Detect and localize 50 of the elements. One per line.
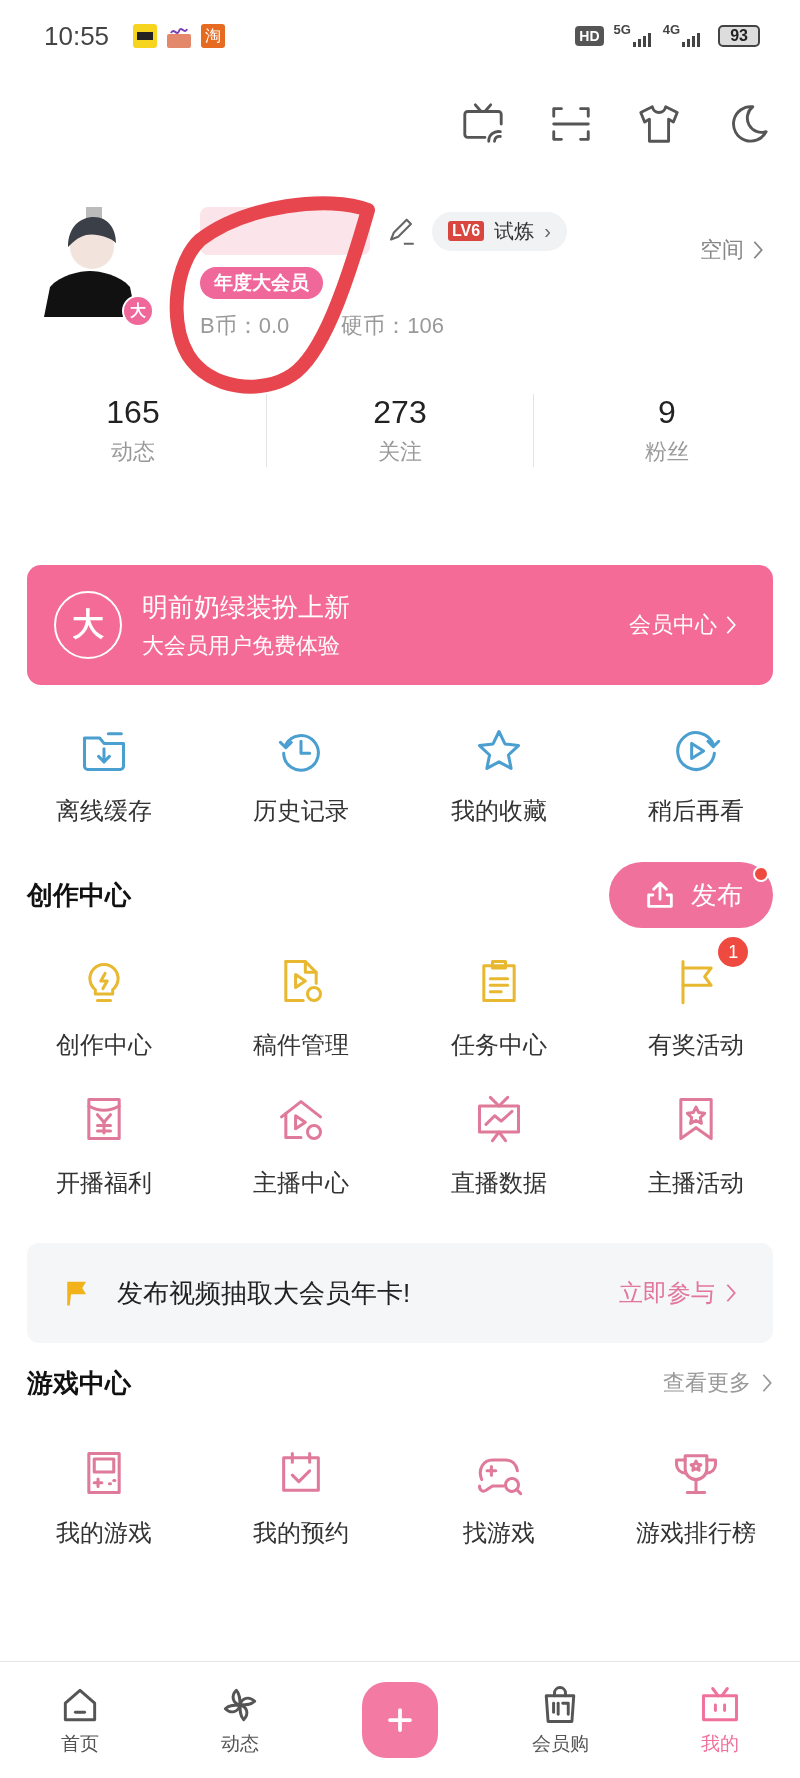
notification-badge: 1	[718, 937, 749, 967]
stat-value[interactable]: 273	[373, 393, 427, 431]
battery-level: 93	[718, 25, 760, 47]
tool-label[interactable]: 有奖活动	[648, 1029, 745, 1061]
coin-balance: 硬币：106	[341, 312, 444, 340]
shortcut-label[interactable]: 稍后再看	[648, 795, 745, 827]
promo-banner[interactable]: 发布视频抽取大会员年卡! 立即参与	[27, 1243, 773, 1343]
space-link[interactable]: 空间	[700, 235, 764, 265]
stat-value[interactable]: 165	[106, 393, 160, 431]
tool-label[interactable]: 任务中心	[450, 1029, 547, 1061]
banner-title: 明前奶绿装扮上新	[142, 590, 351, 624]
nav-tab[interactable]: 会员购	[525, 1682, 595, 1758]
app-notification-icon: 淘	[201, 24, 226, 48]
shortcut-label[interactable]: 历史记录	[253, 795, 350, 827]
clock-time: 10:55	[44, 20, 110, 52]
game-label[interactable]: 我的游戏	[55, 1517, 152, 1549]
hd-voice-indicator: HD	[575, 26, 604, 46]
tool-label[interactable]: 开播福利	[55, 1167, 152, 1199]
network-type: 5G	[613, 22, 631, 37]
signal-icon	[632, 33, 653, 47]
game-label[interactable]: 我的预约	[253, 1517, 350, 1549]
tool-label[interactable]: 创作中心	[55, 1029, 152, 1061]
create-button[interactable]	[362, 1682, 438, 1758]
vip-badge: 大	[122, 295, 154, 327]
vip-badge: 大	[54, 591, 122, 659]
vip-tag: 年度大会员	[200, 267, 323, 299]
tool-label[interactable]: 主播中心	[253, 1167, 350, 1199]
app-notification-icon	[133, 24, 158, 48]
chevron-icon	[761, 1372, 773, 1394]
game-label[interactable]: 找游戏	[462, 1517, 535, 1549]
shortcut-label[interactable]: 离线缓存	[55, 795, 152, 827]
banner-subtitle: 大会员用户免费体验	[142, 631, 341, 660]
promo-text: 发布视频抽取大会员年卡!	[117, 1276, 412, 1310]
tool-label[interactable]: 稿件管理	[253, 1029, 350, 1061]
tool-label[interactable]: 直播数据	[450, 1167, 547, 1199]
game-label[interactable]: 游戏排行榜	[636, 1517, 757, 1549]
section-title: 游戏中心	[27, 1366, 131, 1400]
level-badge[interactable]: LV6 试炼 ›	[432, 211, 567, 251]
chevron-icon	[725, 1282, 737, 1304]
signal-icon	[682, 33, 703, 47]
chevron-icon	[725, 614, 737, 636]
nav-tab[interactable]: 动态	[212, 1682, 268, 1758]
shortcut-label[interactable]: 我的收藏	[450, 795, 547, 827]
coin-balance: B币：0.0	[200, 312, 290, 340]
section-title: 创作中心	[27, 878, 131, 912]
tool-label[interactable]: 主播活动	[648, 1167, 745, 1199]
network-type: 4G	[662, 22, 681, 37]
stat-value[interactable]: 9	[658, 393, 676, 431]
chevron-icon	[752, 239, 764, 261]
nav-tab[interactable]: 首页	[52, 1682, 108, 1758]
